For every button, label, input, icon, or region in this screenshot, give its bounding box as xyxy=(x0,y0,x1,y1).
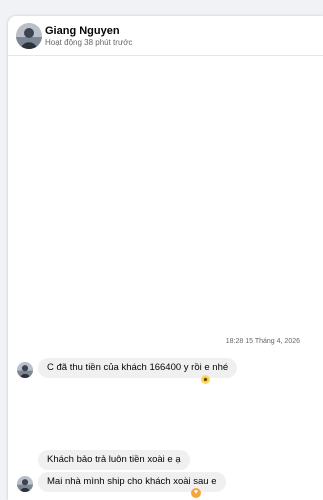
contact-name[interactable]: Giang Nguyen xyxy=(45,25,133,37)
heart-reaction-icon[interactable]: ♥ xyxy=(191,488,201,498)
chat-header[interactable]: Giang Nguyen Hoạt động 38 phút trước xyxy=(8,16,323,56)
header-text: Giang Nguyen Hoạt động 38 phút trước xyxy=(45,25,133,48)
contact-avatar[interactable] xyxy=(16,23,42,49)
chat-window: Giang Nguyen Hoạt động 38 phút trước 18:… xyxy=(8,16,323,500)
sunflower-reaction-icon[interactable] xyxy=(201,375,210,384)
message-avatar[interactable] xyxy=(17,476,33,492)
active-status: Hoạt động 38 phút trước xyxy=(45,38,133,47)
message-avatar[interactable] xyxy=(17,362,33,378)
message-timestamp: 18:28 15 Tháng 4, 2026 xyxy=(225,338,300,345)
message-bubble[interactable]: Khách bảo trả luôn tiền xoài e ạ xyxy=(38,450,190,470)
